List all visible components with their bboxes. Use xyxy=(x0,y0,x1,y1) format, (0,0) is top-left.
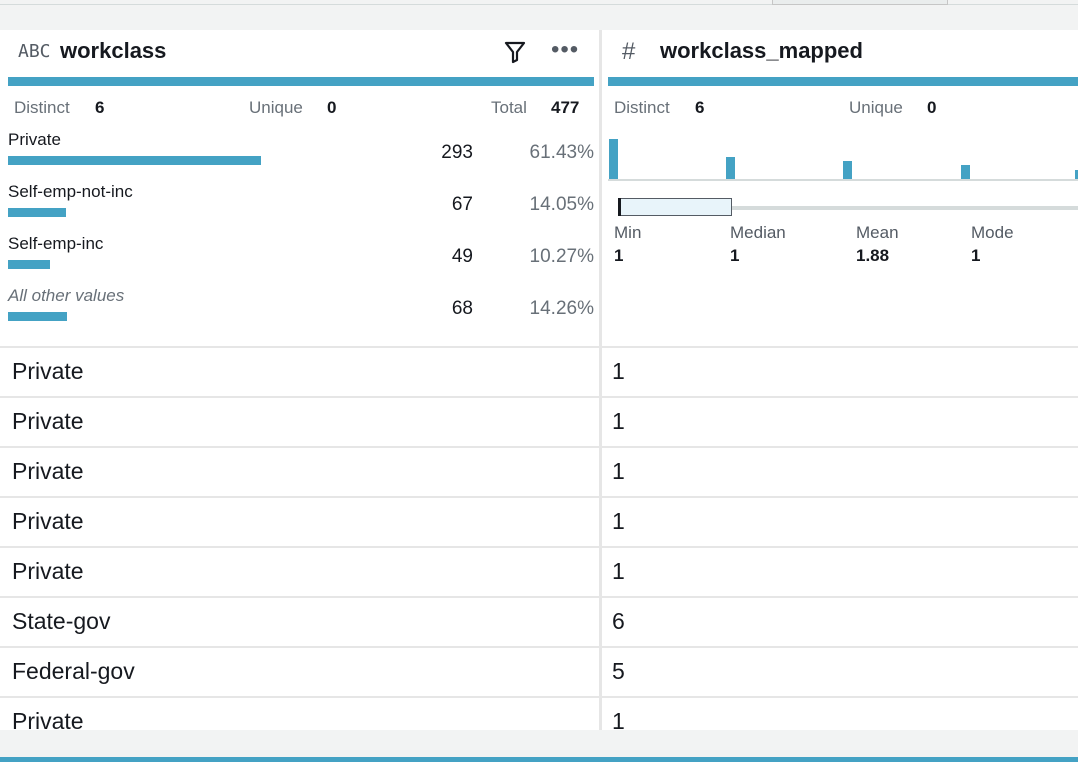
workclass-cell[interactable]: Federal-gov xyxy=(12,658,135,685)
workclass-mapped-cell[interactable]: 5 xyxy=(612,658,625,685)
category-bar xyxy=(8,260,50,269)
mean-label: Mean xyxy=(856,223,899,242)
unique-value: 0 xyxy=(327,98,337,117)
mean-value: 1.88 xyxy=(856,246,890,265)
category-count: 293 xyxy=(441,142,473,163)
distinct-label: Distinct xyxy=(614,98,670,117)
category-percent: 10.27% xyxy=(529,246,594,267)
workclass-mapped-cell[interactable]: 1 xyxy=(612,558,625,585)
workclass-mapped-cell[interactable]: 1 xyxy=(612,408,625,435)
top-strip xyxy=(0,0,1078,30)
category-label[interactable]: Private xyxy=(8,130,61,150)
column-title[interactable]: workclass_mapped xyxy=(660,38,863,64)
category-percent: 14.05% xyxy=(529,194,594,215)
workclass-cell[interactable]: Private xyxy=(12,358,84,385)
top-tab[interactable] xyxy=(772,0,948,5)
min-value: 1 xyxy=(614,246,624,265)
quality-bar xyxy=(8,77,594,86)
category-label[interactable]: Self-emp-not-inc xyxy=(8,182,133,202)
table-row[interactable]: Private 1 xyxy=(0,398,1078,448)
category-label[interactable]: All other values xyxy=(8,286,124,306)
total-value: 477 xyxy=(551,98,580,117)
median-value: 1 xyxy=(730,246,740,265)
histogram-bar[interactable] xyxy=(726,157,735,179)
table-row[interactable]: Private 1 xyxy=(0,448,1078,498)
workclass-cell[interactable]: State-gov xyxy=(12,608,110,635)
workclass-mapped-cell[interactable]: 6 xyxy=(612,608,625,635)
unique-value: 0 xyxy=(927,98,937,117)
category-bar xyxy=(8,312,67,321)
category-count: 68 xyxy=(451,298,473,319)
filter-icon[interactable] xyxy=(503,40,527,64)
mode-value: 1 xyxy=(971,246,981,265)
workclass-cell[interactable]: Private xyxy=(12,508,84,535)
table-row[interactable]: Private 1 xyxy=(0,348,1078,398)
workclass-mapped-cell[interactable]: 1 xyxy=(612,458,625,485)
workclass-mapped-cell[interactable]: 1 xyxy=(612,358,625,385)
bottom-accent-line xyxy=(0,757,1078,762)
workclass-cell[interactable]: Private xyxy=(12,708,84,730)
category-bar xyxy=(8,156,261,165)
category-percent: 14.26% xyxy=(529,298,594,319)
table-row[interactable]: Private 1 xyxy=(0,698,1078,730)
category-label[interactable]: Self-emp-inc xyxy=(8,234,103,254)
total-label: Total xyxy=(491,98,527,117)
histogram-bar[interactable] xyxy=(961,165,970,179)
range-slider-handle[interactable] xyxy=(618,198,621,216)
unique-label: Unique xyxy=(249,98,303,117)
data-grid: ABC workclass ••• Distinct 6 Unique 0 To… xyxy=(0,30,1078,730)
quality-bar xyxy=(608,77,1078,86)
category-percent: 61.43% xyxy=(529,142,594,163)
distinct-value: 6 xyxy=(695,98,705,117)
unique-label: Unique xyxy=(849,98,903,117)
workclass-cell[interactable]: Private xyxy=(12,558,84,585)
workclass-mapped-cell[interactable]: 1 xyxy=(612,708,625,730)
histogram-bar[interactable] xyxy=(609,139,618,179)
histogram-axis xyxy=(608,179,1078,181)
table-row[interactable]: Private 1 xyxy=(0,548,1078,598)
mode-label: Mode xyxy=(971,223,1014,242)
distinct-value: 6 xyxy=(95,98,105,117)
workclass-cell[interactable]: Private xyxy=(12,408,84,435)
category-count: 67 xyxy=(451,194,473,215)
string-type-icon: ABC xyxy=(18,41,51,62)
number-type-icon: # xyxy=(622,38,636,65)
column-title[interactable]: workclass xyxy=(60,38,166,64)
more-options-icon[interactable]: ••• xyxy=(551,38,579,62)
category-count: 49 xyxy=(451,246,473,267)
table-row[interactable]: Federal-gov 5 xyxy=(0,648,1078,698)
range-box[interactable] xyxy=(618,198,732,216)
histogram-bar[interactable] xyxy=(843,161,852,179)
workclass-mapped-cell[interactable]: 1 xyxy=(612,508,625,535)
table-row[interactable]: Private 1 xyxy=(0,498,1078,548)
table-row[interactable]: State-gov 6 xyxy=(0,598,1078,648)
distinct-label: Distinct xyxy=(14,98,70,117)
workclass-cell[interactable]: Private xyxy=(12,458,84,485)
min-label: Min xyxy=(614,223,642,242)
median-label: Median xyxy=(730,223,786,242)
category-bar xyxy=(8,208,66,217)
